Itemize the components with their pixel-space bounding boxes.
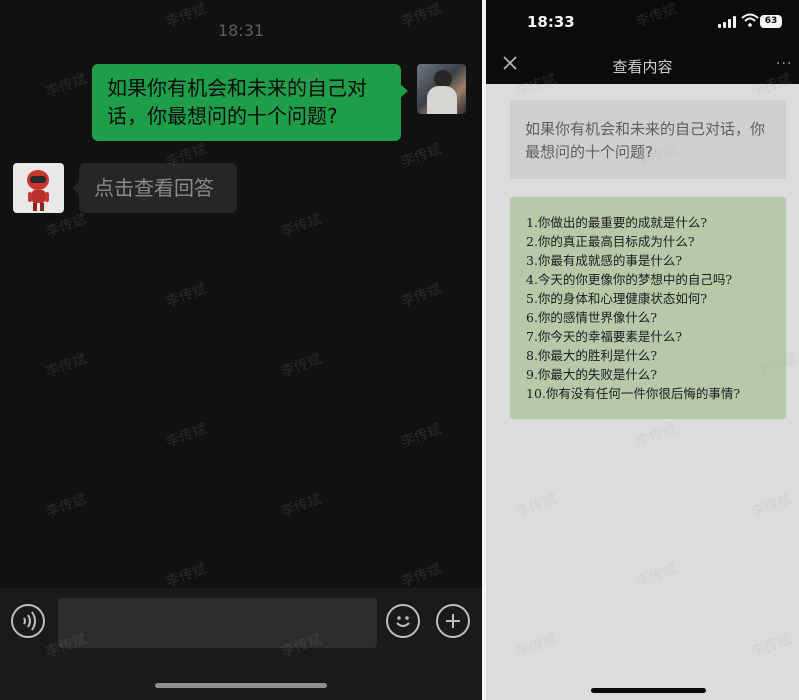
outgoing-message-text: 如果你有机会和未来的自己对话，你最想问的十个问题?: [107, 76, 367, 128]
answer-item: 7.你今天的幸福要素是什么?: [526, 329, 683, 344]
question-card: 如果你有机会和未来的自己对话，你最想问的十个问题?: [510, 100, 786, 179]
question-text: 如果你有机会和未来的自己对话，你最想问的十个问题?: [525, 120, 766, 161]
message-input[interactable]: [58, 598, 377, 648]
answer-item: 4.今天的你更像你的梦想中的自己吗?: [526, 272, 733, 287]
answer-list: 1.你做出的最重要的成就是什么? 2.你的真正最高目标成为什么? 3.你最有成就…: [526, 213, 740, 403]
page-title: 查看内容: [612, 58, 673, 76]
chat-screen: 18:31 如果你有机会和未来的自己对话，你最想问的十个问题? 点击查看回答: [0, 0, 482, 700]
answer-item: 1.你做出的最重要的成就是什么?: [526, 215, 708, 230]
incoming-message-text: 点击查看回答: [94, 176, 214, 200]
bot-avatar[interactable]: [13, 163, 64, 213]
answer-item: 6.你的感情世界像什么?: [526, 310, 658, 325]
home-indicator[interactable]: [591, 688, 706, 693]
answer-item: 8.你最大的胜利是什么?: [526, 348, 658, 363]
content-viewer-screen: 18:33 63 查看内容 ··· 如果你有机会和未来的自己对话，你最想问的十个…: [486, 0, 799, 700]
plus-button[interactable]: [436, 604, 470, 638]
home-indicator[interactable]: [155, 683, 327, 688]
answer-item: 9.你最大的失败是什么?: [526, 367, 658, 382]
plus-icon: [446, 614, 460, 628]
answer-item: 10.你有没有任何一件你很后悔的事情?: [526, 386, 741, 401]
answer-card: 1.你做出的最重要的成就是什么? 2.你的真正最高目标成为什么? 3.你最有成就…: [510, 197, 786, 419]
battery-icon: 63: [760, 15, 782, 28]
voice-icon: [23, 611, 36, 631]
emoji-icon: [396, 616, 410, 627]
incoming-message-bubble[interactable]: 点击查看回答: [79, 163, 237, 213]
avatar-body-shape: [427, 86, 457, 114]
my-avatar[interactable]: [417, 64, 466, 114]
status-bar-time: 18:33: [527, 13, 575, 31]
outgoing-message-bubble[interactable]: 如果你有机会和未来的自己对话，你最想问的十个问题?: [92, 64, 401, 141]
outgoing-bubble-tail: [400, 84, 408, 98]
answer-item: 3.你最有成就感的事是什么?: [526, 253, 683, 268]
answer-item: 5.你的身体和心理健康状态如何?: [526, 291, 708, 306]
wifi-icon: [741, 13, 759, 27]
more-options-button[interactable]: ···: [776, 57, 792, 71]
incoming-bubble-tail: [72, 181, 80, 195]
chat-timestamp: 18:31: [217, 21, 265, 40]
emoji-button[interactable]: [386, 604, 420, 638]
robot-icon: [27, 170, 49, 211]
answer-item: 2.你的真正最高目标成为什么?: [526, 234, 695, 249]
signal-icon: [718, 16, 736, 28]
voice-button[interactable]: [11, 604, 45, 638]
